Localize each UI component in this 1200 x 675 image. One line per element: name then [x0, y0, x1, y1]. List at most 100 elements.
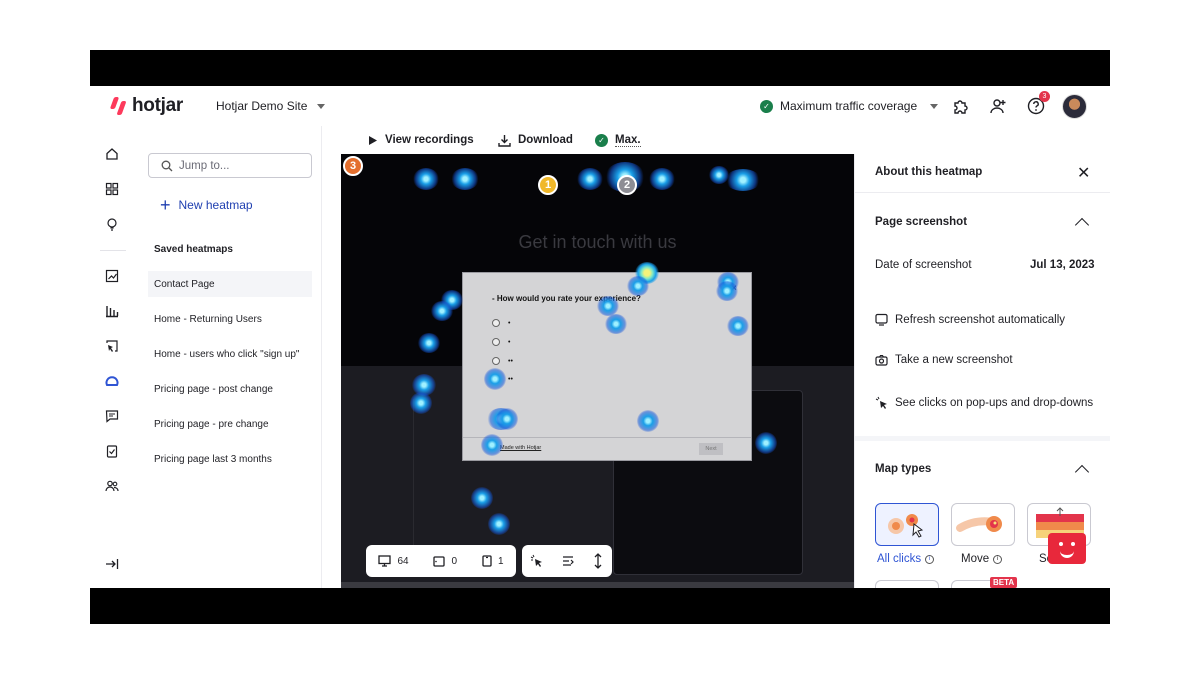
click-spot: [577, 168, 603, 190]
made-with-hotjar-link[interactable]: Made with Hotjar: [500, 445, 541, 451]
survey-option[interactable]: •: [492, 319, 510, 327]
trends-chart-icon[interactable]: [104, 268, 120, 284]
next-button[interactable]: Next: [699, 443, 723, 455]
invite-user-icon[interactable]: [988, 96, 1008, 116]
saved-heatmap-item[interactable]: Pricing page last 3 months: [148, 446, 312, 472]
traffic-coverage-selector[interactable]: ✓ Maximum traffic coverage: [760, 99, 939, 113]
feedback-smiley-button[interactable]: [1048, 533, 1086, 564]
download-icon: [498, 134, 511, 147]
page-heading: Get in touch with us: [518, 232, 677, 252]
page-screenshot-title: Page screenshot: [875, 216, 968, 228]
click-spot: [716, 281, 738, 301]
surveys-clipboard-icon[interactable]: [104, 443, 120, 459]
saved-heatmap-item[interactable]: Home - Returning Users: [148, 306, 312, 332]
move-label[interactable]: Move i: [961, 553, 1003, 565]
refresh-screenshot-label: Refresh screenshot automatically: [895, 313, 1066, 326]
help-icon[interactable]: 3: [1026, 91, 1050, 116]
heatmap-canvas[interactable]: Get in touch with us - How would you rat…: [341, 154, 854, 588]
expand-sidebar-icon[interactable]: [104, 556, 120, 572]
site-selector[interactable]: Hotjar Demo Site: [216, 99, 326, 113]
rank-marker-1[interactable]: 1: [538, 175, 558, 195]
click-spot: [488, 513, 510, 535]
segment-compare-icon[interactable]: [561, 554, 575, 568]
rank-marker-3[interactable]: 3: [343, 156, 363, 176]
camera-icon: [875, 354, 888, 366]
feedback-icon[interactable]: [104, 408, 120, 424]
integrations-puzzle-icon[interactable]: [950, 96, 970, 116]
all-clicks-label[interactable]: All clicks i: [877, 553, 935, 565]
click-spot: [725, 169, 761, 191]
saved-heatmap-item[interactable]: Pricing page - pre change: [148, 411, 312, 437]
download-button[interactable]: Download: [498, 126, 573, 154]
users-icon[interactable]: [104, 478, 120, 494]
info-icon[interactable]: i: [993, 554, 1003, 564]
survey-option[interactable]: •: [492, 338, 510, 346]
click-spot: [649, 168, 675, 190]
click-spot: [410, 392, 432, 414]
jump-to-search[interactable]: Jump to...: [148, 153, 312, 178]
click-spot: [451, 168, 479, 190]
info-icon[interactable]: i: [925, 554, 935, 564]
map-type-move-tile[interactable]: [951, 503, 1015, 546]
rail-divider: [100, 250, 126, 251]
chevron-down-icon: [930, 103, 939, 109]
hotjar-app: hotjar Hotjar Demo Site ✓ Maximum traffi…: [90, 86, 1110, 588]
scroll-arrows-icon[interactable]: [592, 553, 604, 569]
click-spot: [755, 432, 777, 454]
new-heatmap-button[interactable]: + New heatmap: [160, 196, 253, 214]
heatmap-tools-bar: [522, 545, 612, 577]
click-spot: [413, 168, 439, 190]
dashboards-grid-icon[interactable]: [104, 181, 120, 197]
see-clicks-label: See clicks on pop-ups and drop-downs: [895, 396, 1094, 409]
survey-option[interactable]: ••: [492, 357, 513, 365]
saved-heatmap-item[interactable]: Home - users who click "sign up": [148, 341, 312, 367]
survey-option-label: •: [508, 338, 511, 346]
tablet-icon: [433, 555, 446, 567]
click-spot: [484, 368, 506, 390]
funnels-bars-icon[interactable]: [104, 303, 120, 319]
search-placeholder: Jump to...: [179, 159, 230, 172]
refresh-screenshot-toggle[interactable]: Refresh screenshot automatically: [875, 313, 1065, 326]
map-type-all-clicks-tile[interactable]: [875, 503, 939, 546]
close-icon[interactable]: ✕: [1077, 163, 1090, 183]
saved-heatmaps-title: Saved heatmaps: [154, 244, 233, 255]
recordings-icon[interactable]: [104, 338, 120, 354]
view-recordings-button[interactable]: View recordings: [368, 126, 474, 154]
tablet-count-button[interactable]: 0: [433, 556, 457, 567]
rank-marker-2[interactable]: 2: [617, 175, 637, 195]
panel-title: About this heatmap: [875, 166, 983, 178]
check-circle-icon: ✓: [595, 133, 608, 147]
notification-badge: 3: [1039, 91, 1050, 102]
chevron-up-icon[interactable]: [1074, 217, 1090, 233]
saved-heatmap-item[interactable]: Pricing page - post change: [148, 376, 312, 402]
click-spot: [605, 314, 627, 334]
user-avatar[interactable]: [1062, 94, 1087, 119]
site-name: Hotjar Demo Site: [216, 99, 308, 113]
click-pointer-icon[interactable]: [530, 554, 544, 568]
lightbulb-icon[interactable]: [104, 216, 120, 232]
saved-heatmap-item[interactable]: Contact Page: [148, 271, 312, 297]
heatmaps-icon[interactable]: [104, 373, 120, 389]
traffic-label: Maximum traffic coverage: [780, 99, 918, 113]
survey-option-label: •: [508, 319, 511, 327]
mobile-count-button[interactable]: 1: [482, 555, 504, 567]
click-spot: [496, 408, 518, 430]
click-spot: [471, 487, 493, 509]
desktop-count-button[interactable]: 64: [378, 555, 409, 567]
mobile-count: 1: [497, 555, 504, 567]
horizontal-scrollbar[interactable]: [341, 582, 854, 588]
home-icon[interactable]: [104, 146, 120, 162]
saved-heatmap-label: Contact Page: [154, 278, 215, 290]
view-recordings-label: View recordings: [385, 134, 474, 146]
refresh-screen-icon: [875, 313, 888, 326]
click-spot: [418, 333, 440, 353]
take-new-screenshot-button[interactable]: Take a new screenshot: [875, 354, 1013, 366]
radio-icon: [492, 319, 500, 327]
see-clicks-popups-toggle[interactable]: See clicks on pop-ups and drop-downs: [875, 396, 1093, 409]
saved-heatmap-label: Pricing page - pre change: [154, 418, 269, 430]
device-counts-bar: 64 0 1: [366, 545, 516, 577]
traffic-max-button[interactable]: ✓ Max.: [595, 126, 641, 154]
hotjar-logo[interactable]: hotjar: [109, 95, 183, 117]
chevron-up-icon[interactable]: [1074, 464, 1090, 480]
map-type-tile[interactable]: [875, 580, 939, 588]
